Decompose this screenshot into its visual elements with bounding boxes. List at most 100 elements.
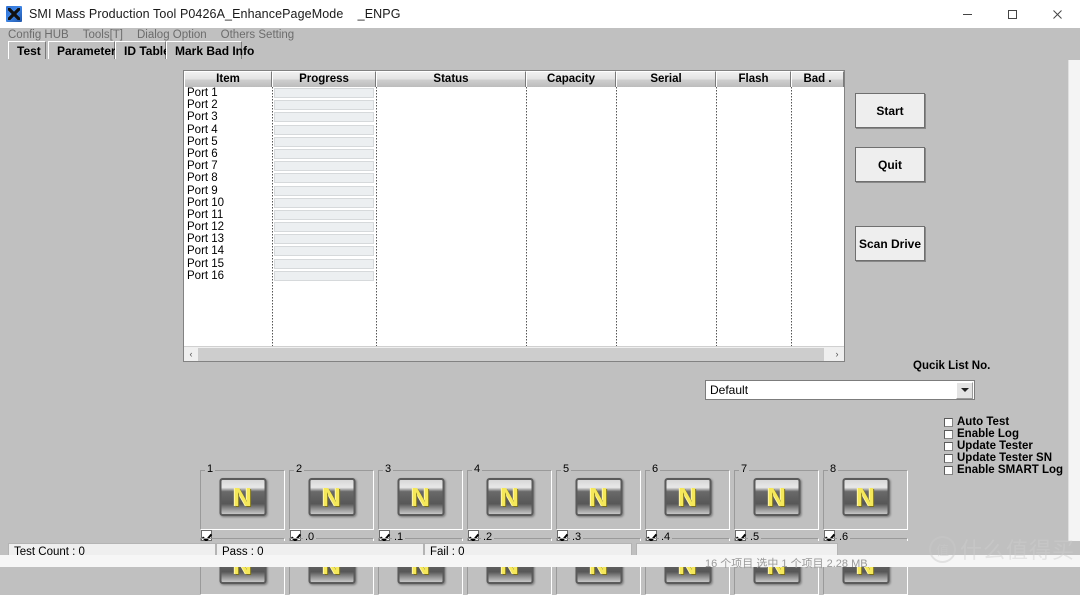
drive-n-icon[interactable]: N <box>219 478 266 516</box>
drive-n-icon[interactable]: N <box>842 478 889 516</box>
grid-cell-progress <box>274 270 374 281</box>
grid-cell-progress <box>274 234 374 245</box>
scroll-track[interactable] <box>198 347 830 362</box>
option-enable-log[interactable]: Enable Log <box>944 428 1063 441</box>
window-title: SMI Mass Production Tool P0426A_EnhanceP… <box>29 7 401 21</box>
checkbox-icon[interactable] <box>944 454 953 464</box>
table-row[interactable]: Port 16 <box>184 270 844 282</box>
table-row[interactable]: Port 4 <box>184 124 844 136</box>
menu-item-others-setting[interactable]: Others Setting <box>214 28 302 42</box>
grid-column-capacity[interactable]: Capacity <box>526 71 616 87</box>
option-update-tester-sn[interactable]: Update Tester SN <box>944 452 1063 465</box>
drive-slot-1[interactable]: 1NN <box>200 462 285 595</box>
drive-slot-top-title: 5 <box>561 463 572 475</box>
scroll-thumb[interactable] <box>198 347 824 361</box>
table-row[interactable]: Port 14 <box>184 245 844 257</box>
drive-slot-top-group: 4N <box>467 464 552 530</box>
menu-item-tools[interactable]: Tools[T] <box>76 28 130 42</box>
checkbox-icon[interactable] <box>944 466 953 476</box>
drive-slot-top-title: 4 <box>472 463 483 475</box>
grid-cell-progress <box>274 209 374 220</box>
drive-slot-top-group: 3N <box>378 464 463 530</box>
grid-column-serial[interactable]: Serial <box>616 71 716 87</box>
tab-test[interactable]: Test <box>8 41 46 59</box>
scroll-right-arrow-icon[interactable]: › <box>830 347 844 362</box>
menu-bar: Config HUB Tools[T] Dialog Option Others… <box>0 28 1080 42</box>
grid-rows-container: Port 1 Port 2 Port 3 Port 4 Port 5 Port 6 Port… <box>184 87 844 282</box>
drive-slot-6[interactable]: 6N.4N <box>645 462 730 595</box>
table-row[interactable]: Port 2 <box>184 99 844 111</box>
grid-column-progress[interactable]: Progress <box>272 71 376 87</box>
drive-slot-4[interactable]: 4N.2N <box>467 462 552 595</box>
table-row[interactable]: Port 13 <box>184 233 844 245</box>
grid-cell-progress <box>274 246 374 257</box>
chevron-down-icon[interactable] <box>956 381 973 399</box>
drive-slot-top-title: 3 <box>383 463 394 475</box>
drive-n-letter: N <box>500 482 519 512</box>
checkbox-icon[interactable] <box>944 442 953 452</box>
drive-slot-7[interactable]: 7N.5N <box>734 462 819 595</box>
drive-n-icon[interactable]: N <box>308 478 355 516</box>
checkbox-icon[interactable] <box>944 418 953 428</box>
grid-cell-progress <box>274 197 374 208</box>
table-row[interactable]: Port 8 <box>184 172 844 184</box>
quit-button[interactable]: Quit <box>855 147 925 182</box>
grid-cell-progress <box>274 100 374 111</box>
maximize-button[interactable] <box>990 0 1035 28</box>
scroll-left-arrow-icon[interactable]: ‹ <box>184 347 198 362</box>
table-row[interactable]: Port 15 <box>184 258 844 270</box>
quick-list-select[interactable]: Default <box>705 380 975 400</box>
grid-cell-item: Port 6 <box>187 147 218 160</box>
grid-header-row: Item Progress Status Capacity Serial Fla… <box>184 71 844 87</box>
drive-slot-top-group: 1N <box>200 464 285 530</box>
drive-slot-top-group: 2N <box>289 464 374 530</box>
menu-item-config-hub[interactable]: Config HUB <box>0 28 76 42</box>
grid-column-item[interactable]: Item <box>184 71 272 87</box>
scan-drive-button[interactable]: Scan Drive <box>855 226 925 261</box>
grid-column-flash[interactable]: Flash <box>716 71 791 87</box>
drive-slot-2[interactable]: 2N.0N <box>289 462 374 595</box>
option-enable-smart-log[interactable]: Enable SMART Log <box>944 464 1063 477</box>
minimize-button[interactable] <box>945 0 990 28</box>
tab-id-table[interactable]: ID Table <box>115 41 170 59</box>
grid-column-bad[interactable]: Bad . <box>791 71 844 87</box>
drive-slot-top-group: 7N <box>734 464 819 530</box>
table-row[interactable]: Port 3 <box>184 111 844 123</box>
option-label: Update Tester <box>957 440 1033 452</box>
test-options-group: Auto Test Enable Log Update Tester Update T… <box>944 416 1063 477</box>
table-row[interactable]: Port 12 <box>184 221 844 233</box>
drive-n-icon[interactable]: N <box>753 478 800 516</box>
grid-cell-item: Port 8 <box>187 172 218 185</box>
drive-slot-3[interactable]: 3N.1N <box>378 462 463 595</box>
tab-mark-bad-info[interactable]: Mark Bad Info <box>166 41 254 59</box>
table-row[interactable]: Port 9 <box>184 185 844 197</box>
table-row[interactable]: Port 6 <box>184 148 844 160</box>
table-row[interactable]: Port 1 <box>184 87 844 99</box>
drive-slot-5[interactable]: 5N.3N <box>556 462 641 595</box>
window-controls <box>945 0 1080 28</box>
drive-n-icon[interactable]: N <box>397 478 444 516</box>
start-button[interactable]: Start <box>855 93 925 128</box>
grid-horizontal-scrollbar[interactable]: ‹ › <box>184 346 844 361</box>
checkbox-icon[interactable] <box>944 430 953 440</box>
close-button[interactable] <box>1035 0 1080 28</box>
option-label: Enable Log <box>957 428 1019 440</box>
table-row[interactable]: Port 5 <box>184 136 844 148</box>
table-row[interactable]: Port 11 <box>184 209 844 221</box>
option-update-tester[interactable]: Update Tester <box>944 440 1063 453</box>
table-row[interactable]: Port 10 <box>184 197 844 209</box>
window-scrollbar-vertical[interactable] <box>1068 60 1080 541</box>
drive-slot-8[interactable]: 8N.6N <box>823 462 908 595</box>
drive-n-icon[interactable]: N <box>486 478 533 516</box>
drive-n-icon[interactable]: N <box>664 478 711 516</box>
port-grid: Item Progress Status Capacity Serial Fla… <box>183 70 845 362</box>
drive-n-letter: N <box>678 482 697 512</box>
grid-column-status[interactable]: Status <box>376 71 526 87</box>
drive-n-icon[interactable]: N <box>575 478 622 516</box>
tab-strip: Test Parameter ID Table Mark Bad Info <box>0 41 1080 60</box>
table-row[interactable]: Port 7 <box>184 160 844 172</box>
drive-n-letter: N <box>589 482 608 512</box>
option-auto-test[interactable]: Auto Test <box>944 416 1063 429</box>
menu-item-dialog-option[interactable]: Dialog Option <box>130 28 214 42</box>
tab-parameter[interactable]: Parameter <box>48 41 116 59</box>
